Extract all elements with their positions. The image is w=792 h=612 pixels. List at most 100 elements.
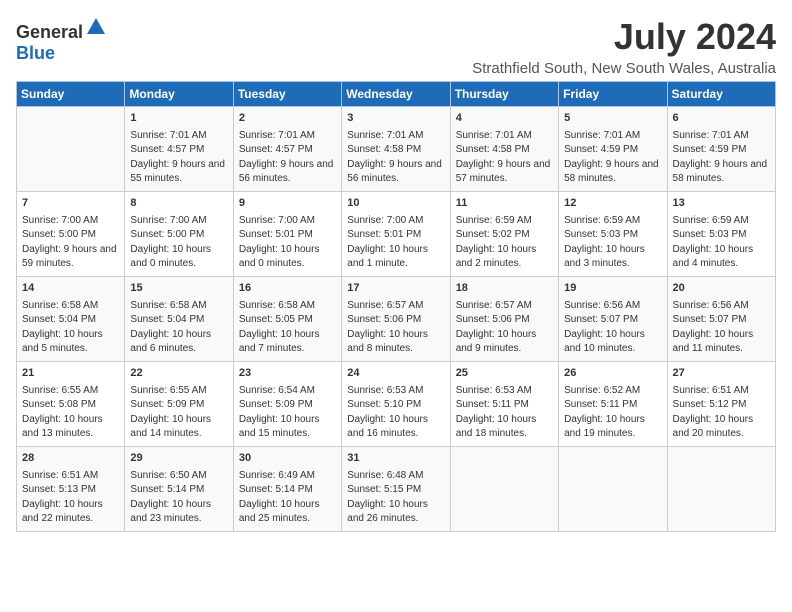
page-header: General Blue July 2024 Strathfield South… (16, 16, 776, 77)
calendar-cell: 30 Sunrise: 6:49 AM Sunset: 5:14 PM Dayli… (233, 446, 341, 531)
day-info: Sunrise: 6:50 AM Sunset: 5:14 PM Dayligh… (130, 469, 227, 527)
calendar-cell: 25 Sunrise: 6:53 AM Sunset: 5:11 PM Dayli… (450, 361, 558, 446)
calendar-cell: 19Sunrise: 6:56 AM Sunset: 5:07 PM Dayli… (559, 276, 667, 361)
calendar-cell: 23 Sunrise: 6:54 AM Sunset: 5:09 PM Dayli… (233, 361, 341, 446)
calendar-cell: 15 Sunrise: 6:58 AM Sunset: 5:04 PM Dayli… (125, 276, 233, 361)
day-number: 2 (239, 111, 336, 127)
calendar-cell: 11 Sunrise: 6:59 AM Sunset: 5:02 PM Dayli… (450, 191, 558, 276)
logo: General Blue (16, 16, 107, 64)
week-row-1: 1Sunrise: 7:01 AM Sunset: 4:57 PM Daylig… (17, 107, 776, 192)
day-info: Sunrise: 6:51 AM Sunset: 5:13 PM Dayligh… (22, 469, 119, 527)
header-row: SundayMondayTuesdayWednesdayThursdayFrid… (17, 82, 776, 107)
day-number: 4 (456, 111, 553, 127)
day-info: Sunrise: 6:58 AM Sunset: 5:04 PM Dayligh… (22, 299, 119, 357)
calendar-cell (667, 446, 775, 531)
calendar-cell: 20 Sunrise: 6:56 AM Sunset: 5:07 PM Dayli… (667, 276, 775, 361)
day-info: Sunrise: 6:56 AM Sunset: 5:07 PM Dayligh… (564, 299, 661, 357)
calendar-cell: 8 Sunrise: 7:00 AM Sunset: 5:00 PM Daylig… (125, 191, 233, 276)
day-info: Sunrise: 6:54 AM Sunset: 5:09 PM Dayligh… (239, 384, 336, 442)
day-info: Sunrise: 6:55 AM Sunset: 5:08 PM Dayligh… (22, 384, 119, 442)
day-info: Sunrise: 7:00 AM Sunset: 5:01 PM Dayligh… (239, 214, 336, 272)
day-info: Sunrise: 6:56 AM Sunset: 5:07 PM Dayligh… (673, 299, 770, 357)
day-number: 29 (130, 451, 227, 467)
calendar-cell (559, 446, 667, 531)
calendar-cell: 2 Sunrise: 7:01 AM Sunset: 4:57 PM Daylig… (233, 107, 341, 192)
day-number: 28 (22, 451, 119, 467)
day-number: 25 (456, 366, 553, 382)
calendar-cell: 22Sunrise: 6:55 AM Sunset: 5:09 PM Dayli… (125, 361, 233, 446)
calendar-cell: 28 Sunrise: 6:51 AM Sunset: 5:13 PM Dayli… (17, 446, 125, 531)
day-info: Sunrise: 7:00 AM Sunset: 5:00 PM Dayligh… (130, 214, 227, 272)
col-header-tuesday: Tuesday (233, 82, 341, 107)
day-number: 8 (130, 196, 227, 212)
day-info: Sunrise: 6:48 AM Sunset: 5:15 PM Dayligh… (347, 469, 444, 527)
day-number: 24 (347, 366, 444, 382)
day-number: 11 (456, 196, 553, 212)
day-number: 23 (239, 366, 336, 382)
logo-text: General Blue (16, 16, 107, 64)
calendar-cell: 27Sunrise: 6:51 AM Sunset: 5:12 PM Dayli… (667, 361, 775, 446)
day-info: Sunrise: 6:58 AM Sunset: 5:05 PM Dayligh… (239, 299, 336, 357)
day-number: 17 (347, 281, 444, 297)
calendar-cell: 16 Sunrise: 6:58 AM Sunset: 5:05 PM Dayli… (233, 276, 341, 361)
day-info: Sunrise: 7:01 AM Sunset: 4:58 PM Dayligh… (456, 129, 553, 187)
day-number: 21 (22, 366, 119, 382)
col-header-wednesday: Wednesday (342, 82, 450, 107)
day-number: 12 (564, 196, 661, 212)
day-number: 30 (239, 451, 336, 467)
day-info: Sunrise: 6:59 AM Sunset: 5:03 PM Dayligh… (564, 214, 661, 272)
week-row-3: 14 Sunrise: 6:58 AM Sunset: 5:04 PM Dayli… (17, 276, 776, 361)
day-info: Sunrise: 6:59 AM Sunset: 5:03 PM Dayligh… (673, 214, 770, 272)
col-header-sunday: Sunday (17, 82, 125, 107)
day-info: Sunrise: 6:53 AM Sunset: 5:10 PM Dayligh… (347, 384, 444, 442)
day-info: Sunrise: 7:00 AM Sunset: 5:01 PM Dayligh… (347, 214, 444, 272)
col-header-monday: Monday (125, 82, 233, 107)
calendar-cell: 5Sunrise: 7:01 AM Sunset: 4:59 PM Daylig… (559, 107, 667, 192)
col-header-friday: Friday (559, 82, 667, 107)
day-info: Sunrise: 6:58 AM Sunset: 5:04 PM Dayligh… (130, 299, 227, 357)
calendar-cell: 9 Sunrise: 7:00 AM Sunset: 5:01 PM Daylig… (233, 191, 341, 276)
day-number: 6 (673, 111, 770, 127)
calendar-cell: 31 Sunrise: 6:48 AM Sunset: 5:15 PM Dayli… (342, 446, 450, 531)
week-row-4: 21 Sunrise: 6:55 AM Sunset: 5:08 PM Dayli… (17, 361, 776, 446)
calendar-cell: 17 Sunrise: 6:57 AM Sunset: 5:06 PM Dayli… (342, 276, 450, 361)
day-number: 13 (673, 196, 770, 212)
calendar-cell: 13 Sunrise: 6:59 AM Sunset: 5:03 PM Dayli… (667, 191, 775, 276)
day-info: Sunrise: 6:53 AM Sunset: 5:11 PM Dayligh… (456, 384, 553, 442)
calendar-cell: 4 Sunrise: 7:01 AM Sunset: 4:58 PM Daylig… (450, 107, 558, 192)
day-number: 14 (22, 281, 119, 297)
day-info: Sunrise: 6:59 AM Sunset: 5:02 PM Dayligh… (456, 214, 553, 272)
calendar-cell: 18Sunrise: 6:57 AM Sunset: 5:06 PM Dayli… (450, 276, 558, 361)
calendar-cell: 24 Sunrise: 6:53 AM Sunset: 5:10 PM Dayli… (342, 361, 450, 446)
calendar-cell (450, 446, 558, 531)
day-info: Sunrise: 7:01 AM Sunset: 4:58 PM Dayligh… (347, 129, 444, 187)
title-block: July 2024 Strathfield South, New South W… (472, 16, 776, 77)
day-number: 9 (239, 196, 336, 212)
day-number: 26 (564, 366, 661, 382)
week-row-5: 28 Sunrise: 6:51 AM Sunset: 5:13 PM Dayli… (17, 446, 776, 531)
day-info: Sunrise: 6:51 AM Sunset: 5:12 PM Dayligh… (673, 384, 770, 442)
day-info: Sunrise: 6:57 AM Sunset: 5:06 PM Dayligh… (347, 299, 444, 357)
day-number: 31 (347, 451, 444, 467)
calendar-cell: 1Sunrise: 7:01 AM Sunset: 4:57 PM Daylig… (125, 107, 233, 192)
logo-icon (85, 16, 107, 38)
day-info: Sunrise: 6:49 AM Sunset: 5:14 PM Dayligh… (239, 469, 336, 527)
day-number: 16 (239, 281, 336, 297)
main-title: July 2024 (472, 16, 776, 58)
calendar-cell: 7Sunrise: 7:00 AM Sunset: 5:00 PM Daylig… (17, 191, 125, 276)
day-info: Sunrise: 6:57 AM Sunset: 5:06 PM Dayligh… (456, 299, 553, 357)
subtitle: Strathfield South, New South Wales, Aust… (472, 60, 776, 77)
day-info: Sunrise: 7:01 AM Sunset: 4:57 PM Dayligh… (130, 129, 227, 187)
day-info: Sunrise: 6:52 AM Sunset: 5:11 PM Dayligh… (564, 384, 661, 442)
calendar-cell (17, 107, 125, 192)
day-number: 20 (673, 281, 770, 297)
calendar-cell: 3Sunrise: 7:01 AM Sunset: 4:58 PM Daylig… (342, 107, 450, 192)
day-info: Sunrise: 6:55 AM Sunset: 5:09 PM Dayligh… (130, 384, 227, 442)
day-number: 5 (564, 111, 661, 127)
calendar-table: SundayMondayTuesdayWednesdayThursdayFrid… (16, 81, 776, 532)
calendar-cell: 6Sunrise: 7:01 AM Sunset: 4:59 PM Daylig… (667, 107, 775, 192)
day-number: 15 (130, 281, 227, 297)
day-info: Sunrise: 7:01 AM Sunset: 4:57 PM Dayligh… (239, 129, 336, 187)
day-number: 10 (347, 196, 444, 212)
col-header-thursday: Thursday (450, 82, 558, 107)
